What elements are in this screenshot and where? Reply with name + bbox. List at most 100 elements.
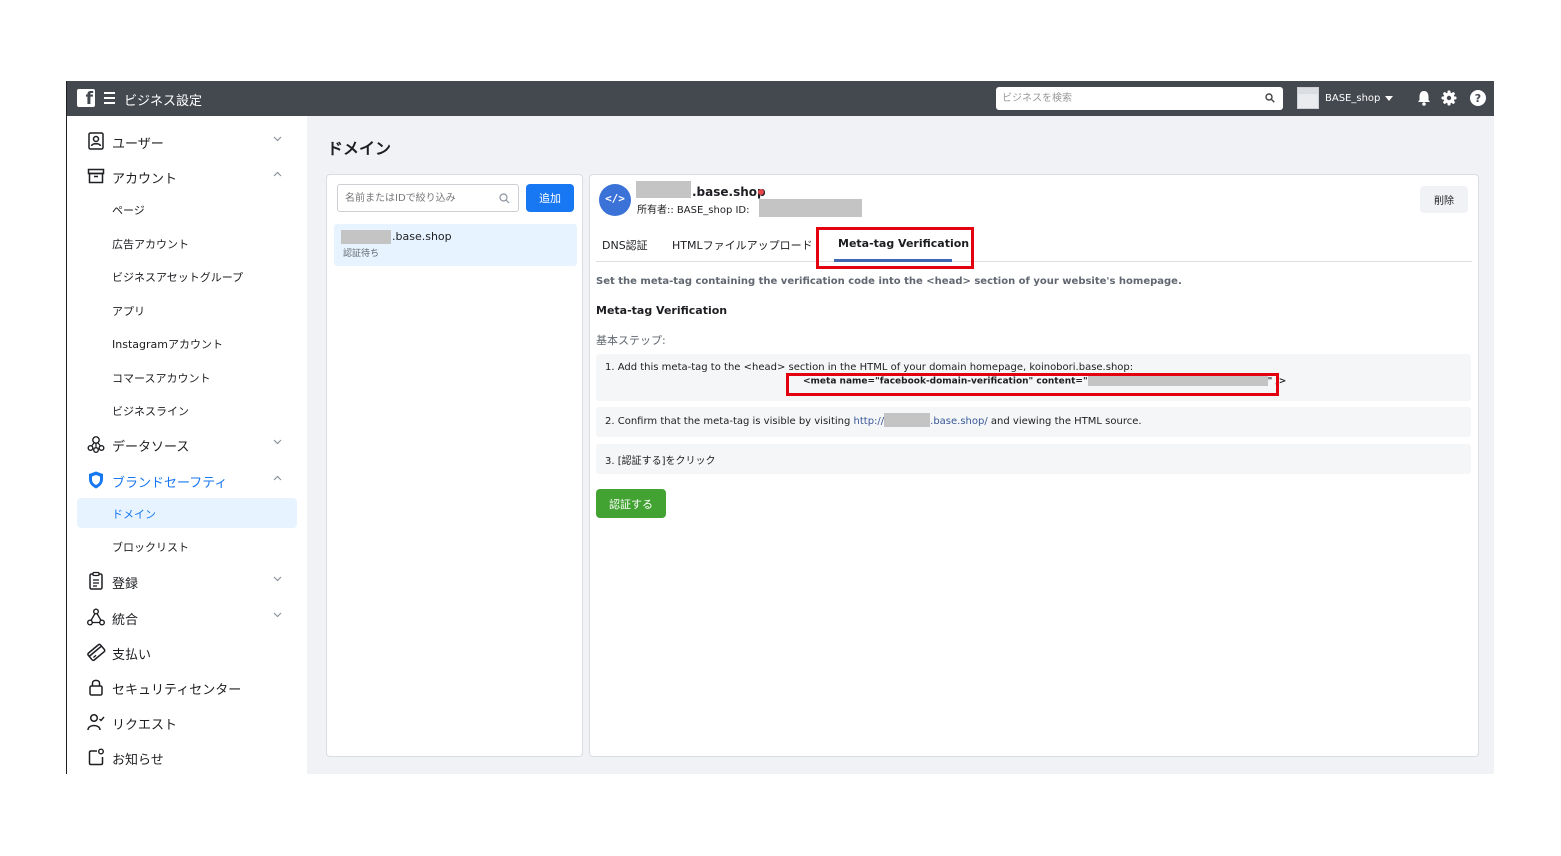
delete-domain-button[interactable]: 削除 [1420, 186, 1468, 213]
status-dot-icon [758, 189, 764, 195]
sidebar-item-brand-safety[interactable]: ブランドセーフティ [67, 465, 307, 495]
sidebar-item-notifications[interactable]: お知らせ [67, 742, 307, 772]
sidebar-item-label: ドメイン [112, 508, 156, 521]
code-icon: </> [599, 184, 631, 216]
sidebar-item-requests[interactable]: リクエスト [67, 707, 307, 737]
redacted-id [759, 199, 862, 217]
step-2-link-suffix: .base.shop/ [930, 416, 988, 427]
bell-icon[interactable] [1415, 89, 1433, 107]
step-1-text: 1. Add this meta-tag to the <head> secti… [605, 362, 1134, 373]
sidebar-item-block-lists[interactable]: ブロックリスト [77, 531, 297, 561]
account-dropdown-icon[interactable] [1385, 96, 1393, 101]
tabs-divider [596, 261, 1472, 262]
archive-box-icon [87, 168, 105, 184]
user-check-icon [87, 713, 105, 731]
sidebar-item-label: ユーザー [112, 137, 164, 152]
account-avatar[interactable] [1297, 87, 1319, 109]
sidebar-item-label: 広告アカウント [112, 238, 189, 251]
data-sources-icon [87, 436, 105, 453]
verify-button[interactable]: 認証する [596, 489, 666, 518]
menu-icon[interactable] [104, 92, 115, 105]
chevron-up-icon[interactable] [273, 171, 282, 177]
redacted-subdomain [884, 413, 931, 427]
notification-icon [88, 748, 104, 766]
step-3-text: 3. [認証する]をクリック [605, 456, 716, 467]
shield-icon [89, 471, 103, 489]
domain-filter[interactable] [337, 184, 519, 212]
domain-filter-input[interactable] [345, 191, 495, 206]
sidebar-item-label: セキュリティセンター [112, 683, 242, 698]
help-icon[interactable]: ? [1469, 89, 1487, 107]
sidebar-item-label: リクエスト [112, 718, 178, 733]
chevron-down-icon[interactable] [273, 439, 282, 445]
step-2-text: 2. Confirm that the meta-tag is visible … [605, 413, 1142, 427]
sidebar-item-label: Instagramアカウント [112, 338, 223, 351]
sidebar-item-label: 登録 [112, 577, 139, 592]
sidebar-item-label: ビジネスアセットグループ [112, 271, 244, 284]
facebook-logo-icon[interactable]: f [77, 89, 95, 109]
sidebar-item-label: ページ [112, 204, 145, 217]
section-title: Meta-tag Verification [596, 304, 728, 317]
redacted-domain-name [341, 230, 391, 244]
sidebar-item-label: ブロックリスト [112, 541, 189, 554]
sidebar-item-pages[interactable]: ページ [77, 194, 297, 224]
gear-icon[interactable] [1440, 89, 1458, 107]
chevron-down-icon[interactable] [273, 136, 282, 142]
sidebar-item-users[interactable]: ユーザー [67, 126, 307, 156]
sidebar-item-data-sources[interactable]: データソース [67, 429, 307, 459]
sidebar-item-label: 統合 [112, 613, 139, 628]
lock-icon [89, 679, 103, 696]
step-2-link-prefix: http:// [853, 416, 885, 427]
search-icon [499, 193, 510, 204]
sidebar-item-integrations[interactable]: 統合 [67, 602, 307, 632]
step-2-suffix: and viewing the HTML source. [987, 416, 1142, 427]
sidebar-item-instagram[interactable]: Instagramアカウント [77, 328, 297, 358]
sidebar-item-security-center[interactable]: セキュリティセンター [67, 672, 307, 702]
sidebar-item-apps[interactable]: アプリ [77, 295, 297, 325]
sidebar-item-registration[interactable]: 登録 [67, 566, 307, 596]
redacted-domain-name [636, 181, 691, 198]
sidebar-item-label: アカウント [112, 172, 178, 187]
tab-dns[interactable]: DNS認証 [602, 237, 648, 253]
step-3: 3. [認証する]をクリック [596, 444, 1471, 474]
step-2-link[interactable]: http:// .base.shop/ [853, 413, 988, 427]
step-2-prefix: 2. Confirm that the meta-tag is visible … [605, 416, 854, 427]
domain-item-status: 認証待ち [343, 249, 380, 259]
domain-detail-panel: </> .base.shop 所有者:: BASE_shop ID: 削除 DN… [589, 174, 1479, 757]
domain-name: .base.shop [692, 185, 766, 199]
sidebar-item-ad-accounts[interactable]: 広告アカウント [77, 228, 297, 258]
sidebar-item-domains[interactable]: ドメイン [77, 498, 297, 528]
svg-text:?: ? [1475, 92, 1481, 105]
app-title: ビジネス設定 [124, 94, 203, 109]
sidebar-item-label: お知らせ [112, 753, 164, 768]
domain-list-panel: 追加 .base.shop 認証待ち [326, 174, 583, 757]
sidebar-item-label: データソース [112, 440, 190, 455]
domain-owner: 所有者:: BASE_shop ID: [637, 205, 750, 216]
sidebar-item-business-line[interactable]: ビジネスライン [77, 395, 297, 425]
sidebar-item-commerce[interactable]: コマースアカウント [77, 362, 297, 392]
domain-item-name: .base.shop [392, 230, 452, 243]
chevron-down-icon[interactable] [273, 576, 282, 582]
search-icon[interactable] [1265, 93, 1275, 103]
domain-list-item[interactable]: .base.shop 認証待ち [334, 224, 577, 266]
top-bar: f ビジネス設定 BASE_shop ? [67, 81, 1494, 116]
business-search-input[interactable] [1002, 90, 1252, 107]
tab-html-upload[interactable]: HTMLファイルアップロード [672, 237, 813, 253]
sidebar-item-label: ブランドセーフティ [112, 476, 228, 491]
sidebar-item-label: ビジネスライン [112, 405, 189, 418]
add-domain-button[interactable]: 追加 [526, 184, 574, 212]
chevron-down-icon[interactable] [273, 612, 282, 618]
sidebar-item-asset-groups[interactable]: ビジネスアセットグループ [77, 261, 297, 291]
sidebar-item-label: 支払い [112, 648, 152, 663]
page-title: ドメイン [327, 139, 392, 158]
tab-highlight-box [816, 227, 974, 269]
business-search[interactable] [996, 87, 1283, 110]
step-2: 2. Confirm that the meta-tag is visible … [596, 407, 1471, 437]
credit-card-icon [87, 643, 106, 662]
user-badge-icon [88, 132, 104, 150]
account-name[interactable]: BASE_shop [1325, 93, 1380, 104]
sidebar-item-payments[interactable]: 支払い [67, 637, 307, 667]
sidebar-item-accounts[interactable]: アカウント [67, 161, 307, 191]
chevron-up-icon[interactable] [273, 475, 282, 481]
settings-sidebar: ユーザー アカウント ページ 広告アカウント ビジネスアセットグループ アプリ … [67, 116, 307, 774]
